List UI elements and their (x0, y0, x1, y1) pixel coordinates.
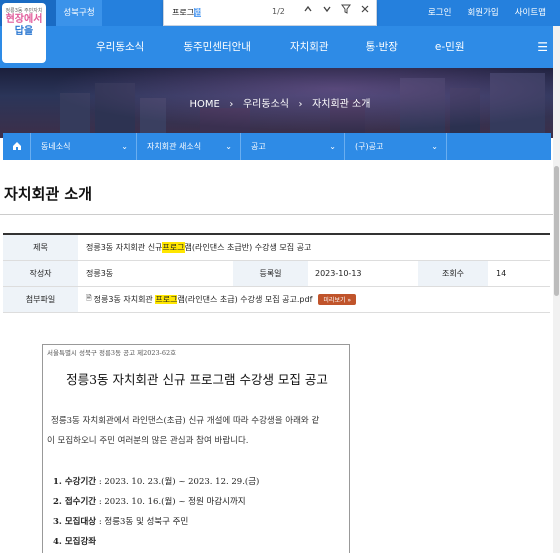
find-query-text: 프로그 (172, 8, 195, 17)
paragraph-line-1: 정릉3동 자치회관에서 라인댄스(초급) 신규 개설에 따라 수강생을 아래와 … (51, 416, 320, 426)
item-label: 3. 모집대상 (53, 517, 97, 527)
breadcrumb-home[interactable]: HOME (190, 99, 220, 110)
file-icon: 🗎 (86, 294, 92, 302)
item-value: : 정릉3동 및 성북구 주민 (96, 517, 189, 527)
chevron-down-icon: ⌄ (121, 142, 128, 151)
attachment-value: 🗎 정릉3동 자치회관 프로그램(라인댄스 초급) 수강생 모집 공고.pdf … (86, 287, 357, 312)
find-input[interactable]: 프로그램 (172, 7, 202, 18)
preview-button[interactable]: 미리보기 » (318, 294, 357, 305)
chevron-down-icon: ⌄ (225, 142, 232, 151)
sitemap-link[interactable]: 사이트맵 (507, 0, 554, 26)
author-label: 작성자 (3, 261, 78, 286)
subject-value: 정릉3동 자치회관 신규 프로그 램 (라인댄스 초급반) 수강생 모집 공고 (86, 235, 311, 260)
double-chevron-right-icon: » (347, 297, 352, 304)
attachment-text-pre: 정릉3동 자치회관 (93, 295, 156, 304)
item-label: 4. 모집강좌 (53, 537, 97, 547)
search-highlight: 프로그 (162, 242, 185, 253)
author-value: 정릉3동 (86, 269, 114, 278)
subject-label: 제목 (3, 235, 78, 260)
seongbuk-gu-link[interactable]: 성북구청 (56, 0, 102, 26)
attachment-link[interactable]: 정릉3동 자치회관 프로그램(라인댄스 초급) 수강생 모집 공고.pdf (93, 294, 313, 305)
list-item: 3. 모집대상 : 정릉3동 및 성북구 주민 (53, 512, 259, 532)
site-logo[interactable]: 정릉3동 주민자치 현장에서 답을 (2, 3, 46, 63)
hero-banner: HOME › 우리동소식 › 자치회관 소개 (0, 68, 560, 138)
chevron-down-icon: ⌄ (329, 142, 336, 151)
item-value: : 2023. 10. 23.(월) ~ 2023. 12. 29.(금) (96, 477, 260, 487)
item-label: 1. 수강기간 (53, 477, 97, 487)
nav-item-center-info[interactable]: 동주민센터안내 (183, 26, 251, 68)
subnav-item-news[interactable]: 동네소식 ⌄ (31, 133, 137, 160)
nav-item-news[interactable]: 우리동소식 (96, 26, 144, 68)
home-icon[interactable] (3, 133, 31, 160)
page-title: 자치회관 소개 (4, 185, 93, 203)
subnav-item-old-notice[interactable]: (구)공고 ⌄ (345, 133, 447, 160)
item-value: : 2023. 10. 16.(월) ~ 정원 마감시까지 (96, 497, 246, 507)
table-row: 첨부파일 🗎 정릉3동 자치회관 프로그램(라인댄스 초급) 수강생 모집 공고… (3, 287, 550, 313)
list-item: 1. 수강기간 : 2023. 10. 23.(월) ~ 2023. 12. 2… (53, 472, 259, 492)
main-navigation: 우리동소식 동주민센터안내 자치회관 통·반장 e-민원 ☰ (0, 26, 560, 68)
breadcrumb-separator-icon: › (292, 99, 309, 110)
list-item: 2. 접수기간 : 2023. 10. 16.(월) ~ 정원 마감시까지 (53, 492, 259, 512)
table-row: 제목 정릉3동 자치회관 신규 프로그 램 (라인댄스 초급반) 수강생 모집 공고 (3, 235, 550, 261)
nav-item-autonomy-hall[interactable]: 자치회관 (290, 26, 329, 68)
subnav-item-hall-news[interactable]: 자치회관 새소식 ⌄ (137, 133, 241, 160)
find-previous-icon[interactable] (300, 4, 316, 20)
breadcrumb-separator-icon: › (223, 99, 240, 110)
document-header: 서울특별시 성북구 정릉3동 공고 제2023-62호 (47, 349, 177, 357)
document-items: 1. 수강기간 : 2023. 10. 23.(월) ~ 2023. 12. 2… (53, 472, 259, 552)
subnav-item-label: 공고 (251, 142, 266, 151)
sub-navigation: 동네소식 ⌄ 자치회관 새소식 ⌄ 공고 ⌄ (구)공고 ⌄ (3, 133, 551, 160)
views-value: 14 (496, 269, 507, 278)
logo-line-2: 답을 (14, 26, 34, 37)
item-label: 2. 접수기간 (53, 497, 97, 507)
scrollbar-thumb[interactable] (554, 166, 559, 296)
logo-line-1: 현장에서 (5, 14, 43, 25)
scrollbar[interactable] (553, 26, 560, 553)
find-match-count: 1/2 (272, 7, 285, 16)
subnav-item-label: 자치회관 새소식 (147, 142, 202, 151)
subject-text-post: (라인댄스 초급반) 수강생 모집 공고 (191, 243, 312, 252)
date-value: 2023-10-13 (315, 269, 362, 278)
breadcrumb-item-2[interactable]: 자치회관 소개 (312, 99, 370, 110)
list-item: 4. 모집강좌 (53, 532, 259, 552)
logo-small-text: 정릉3동 주민자치 (5, 8, 43, 14)
notice-document-image: 서울특별시 성북구 정릉3동 공고 제2023-62호 정릉3동 자치회관 신규… (42, 344, 350, 553)
post-info-table: 제목 정릉3동 자치회관 신규 프로그 램 (라인댄스 초급반) 수강생 모집 공고… (3, 233, 550, 313)
find-query-selection: 램 (194, 8, 202, 17)
document-paragraph: 정릉3동 자치회관에서 라인댄스(초급) 신규 개설에 따라 수강생을 아래와 … (43, 411, 351, 451)
views-label: 조회수 (418, 261, 488, 286)
close-icon[interactable] (357, 4, 373, 20)
paragraph-line-2: 이 모집하오니 주민 여러분의 많은 관심과 참여 바랍니다. (47, 436, 249, 446)
login-link[interactable]: 로그인 (420, 0, 459, 26)
find-in-page-bar: 프로그램 1/2 (163, 0, 377, 26)
preview-label: 미리보기 (323, 297, 346, 304)
breadcrumb: HOME › 우리동소식 › 자치회관 소개 (0, 95, 560, 110)
nav-item-tong-ban[interactable]: 통·반장 (366, 26, 398, 68)
attachment-label: 첨부파일 (3, 287, 78, 312)
breadcrumb-item-1[interactable]: 우리동소식 (243, 99, 289, 110)
subject-text-mid: 램 (184, 243, 192, 252)
document-title: 정릉3동 자치회관 신규 프로그램 수강생 모집 공고 (66, 372, 328, 387)
subject-text-pre: 정릉3동 자치회관 신규 (86, 243, 163, 252)
table-row: 작성자 정릉3동 등록일 2023-10-13 조회수 14 (3, 261, 550, 287)
nav-item-e-civil[interactable]: e-민원 (435, 26, 465, 68)
signup-link[interactable]: 회원가입 (459, 0, 506, 26)
subnav-item-notice[interactable]: 공고 ⌄ (241, 133, 345, 160)
search-highlight: 프로그 (155, 295, 178, 304)
date-label: 등록일 (233, 261, 308, 286)
attachment-text-post: 램(라인댄스 초급) 수강생 모집 공고.pdf (177, 295, 313, 304)
subnav-item-label: 동네소식 (41, 142, 71, 151)
filter-icon[interactable] (338, 4, 354, 20)
chevron-down-icon: ⌄ (431, 142, 438, 151)
hamburger-menu-icon[interactable]: ☰ (537, 40, 548, 54)
divider (0, 214, 553, 215)
find-next-icon[interactable] (319, 4, 335, 20)
subnav-item-label: (구)공고 (355, 142, 384, 151)
